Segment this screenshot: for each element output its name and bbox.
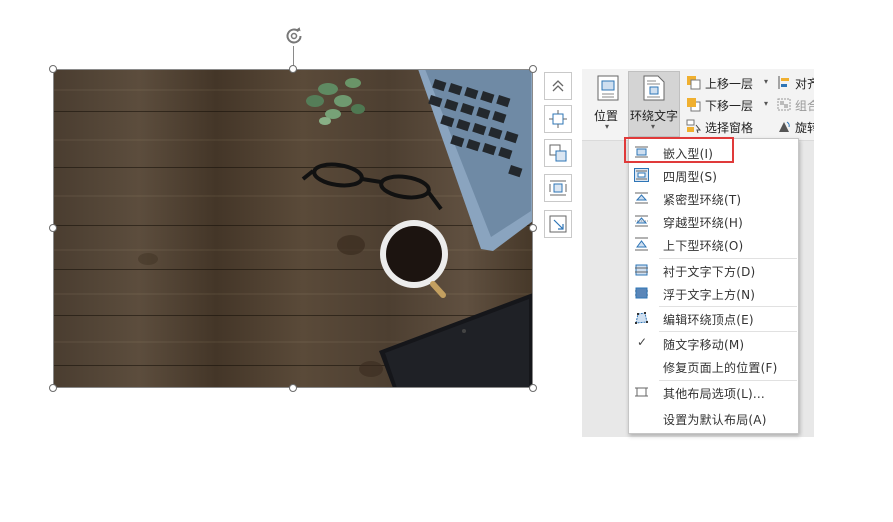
rotate-label: 旋转 bbox=[795, 121, 814, 135]
send-backward-icon bbox=[687, 98, 701, 112]
align-button[interactable]: 对齐 bbox=[777, 74, 814, 92]
menu-item-move-with-text[interactable]: ✓ 随文字移动(M) bbox=[629, 332, 798, 355]
resize-side-button[interactable] bbox=[544, 210, 572, 238]
bring-forward-button[interactable]: 上移一层 ▾ bbox=[686, 74, 772, 92]
through-wrap-icon bbox=[635, 215, 648, 227]
menu-item-in-front-text[interactable]: 浮于文字上方(N) bbox=[629, 282, 798, 305]
selection-pane-label: 选择窗格 bbox=[705, 121, 754, 135]
menu-item-label: 浮于文字上方(N) bbox=[663, 288, 756, 302]
resize-handle-top[interactable] bbox=[289, 65, 297, 73]
menu-item-label: 穿越型环绕(H) bbox=[663, 216, 743, 230]
menu-item-label: 上下型环绕(O) bbox=[663, 239, 744, 253]
bring-to-front-button[interactable] bbox=[544, 139, 572, 167]
highlight-box bbox=[624, 137, 734, 163]
menu-item-behind-text[interactable]: 衬于文字下方(D) bbox=[629, 259, 798, 282]
align-icon bbox=[778, 76, 789, 89]
menu-item-label: 其他布局选项(L)... bbox=[663, 387, 765, 401]
chevron-down-icon: ▾ bbox=[605, 122, 610, 131]
menu-item-through[interactable]: 穿越型环绕(H) bbox=[629, 210, 798, 233]
send-backward-button[interactable]: 下移一层 ▾ bbox=[686, 96, 772, 114]
menu-item-set-default-layout[interactable]: 设置为默认布局(A) bbox=[629, 407, 798, 430]
align-label: 对齐 bbox=[795, 77, 814, 91]
position-icon bbox=[597, 75, 619, 101]
menu-item-square[interactable]: 四周型(S) bbox=[629, 164, 798, 187]
menu-item-label: 四周型(S) bbox=[663, 170, 718, 184]
group-button[interactable]: 组合 bbox=[777, 96, 814, 114]
edit-wrap-points-icon bbox=[635, 312, 648, 324]
position-button[interactable]: 位置 ▾ bbox=[590, 72, 626, 136]
bring-forward-label: 上移一层 bbox=[705, 77, 754, 91]
resize-handle-left[interactable] bbox=[49, 224, 57, 232]
selection-pane-icon bbox=[686, 119, 701, 134]
group-icon bbox=[777, 98, 791, 111]
wrap-text-button[interactable]: 环绕文字 ▾ bbox=[628, 71, 680, 137]
rotate-handle[interactable] bbox=[282, 24, 306, 48]
rotate-icon bbox=[286, 27, 302, 44]
menu-item-label: 设置为默认布局(A) bbox=[663, 413, 767, 427]
menu-item-label: 紧密型环绕(T) bbox=[663, 193, 742, 207]
check-icon: ✓ bbox=[637, 335, 648, 349]
layout-options-button[interactable] bbox=[544, 105, 572, 133]
layout-options-icon bbox=[549, 110, 567, 128]
resize-handle-top-left[interactable] bbox=[49, 65, 57, 73]
wrap-text-menu: 嵌入型(I) 四周型(S) 紧密型环绕(T) 穿越型环绕(H) 上下型环绕(O)… bbox=[628, 138, 799, 434]
resize-handle-top-right[interactable] bbox=[529, 65, 537, 73]
wrap-text-icon bbox=[549, 180, 567, 196]
chevron-down-icon: ▾ bbox=[764, 99, 769, 108]
bring-forward-icon bbox=[687, 76, 701, 90]
resize-handle-right[interactable] bbox=[529, 224, 537, 232]
bring-to-front-icon bbox=[549, 144, 567, 162]
top-bottom-wrap-icon bbox=[635, 237, 648, 251]
wrap-text-icon bbox=[643, 75, 665, 101]
menu-item-top-bottom[interactable]: 上下型环绕(O) bbox=[629, 233, 798, 256]
send-backward-label: 下移一层 bbox=[705, 99, 754, 113]
rotate-objects-icon bbox=[779, 121, 790, 132]
resize-icon bbox=[549, 215, 567, 233]
menu-item-label: 随文字移动(M) bbox=[663, 338, 745, 352]
resize-handle-bottom-right[interactable] bbox=[529, 384, 537, 392]
in-front-text-icon bbox=[635, 287, 648, 299]
wrap-text-side-button[interactable] bbox=[544, 174, 572, 202]
menu-item-tight[interactable]: 紧密型环绕(T) bbox=[629, 187, 798, 210]
menu-item-fix-position[interactable]: 修复页面上的位置(F) bbox=[629, 355, 798, 378]
selection-border bbox=[53, 69, 533, 388]
menu-item-label: 修复页面上的位置(F) bbox=[663, 361, 778, 375]
rotate-button[interactable]: 旋转 bbox=[777, 118, 814, 136]
selection-pane-button[interactable]: 选择窗格 bbox=[686, 118, 772, 136]
collapse-up-icon bbox=[552, 80, 564, 92]
chevron-down-icon: ▾ bbox=[764, 77, 769, 86]
resize-handle-bottom[interactable] bbox=[289, 384, 297, 392]
square-wrap-icon bbox=[634, 168, 649, 182]
tight-wrap-icon bbox=[635, 192, 648, 204]
group-label: 组合 bbox=[795, 99, 814, 113]
collapse-button[interactable] bbox=[544, 72, 572, 100]
chevron-down-icon: ▾ bbox=[651, 122, 656, 131]
more-layout-icon bbox=[635, 387, 648, 397]
menu-item-label: 编辑环绕顶点(E) bbox=[663, 313, 754, 327]
menu-item-more-layout-options[interactable]: 其他布局选项(L)... bbox=[629, 381, 798, 404]
rotate-handle-line bbox=[293, 46, 294, 66]
menu-item-label: 衬于文字下方(D) bbox=[663, 265, 756, 279]
behind-text-icon bbox=[635, 264, 648, 276]
resize-handle-bottom-left[interactable] bbox=[49, 384, 57, 392]
menu-item-edit-wrap-points[interactable]: 编辑环绕顶点(E) bbox=[629, 307, 798, 330]
